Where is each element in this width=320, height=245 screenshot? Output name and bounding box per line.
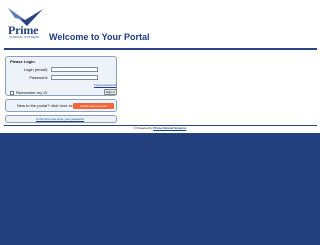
forgot-password-link[interactable]: Forgot password: [94, 84, 116, 87]
email-label: Login (email):: [23, 67, 48, 72]
first-time-panel: Is this first time enter your password: [5, 115, 117, 123]
password-label: Password:: [29, 75, 48, 80]
password-field[interactable]: [51, 75, 98, 80]
sign-in-button[interactable]: Sign in: [104, 89, 117, 95]
email-field[interactable]: [51, 67, 98, 72]
portal-page: Prime CLINICAL SYSTEMS Welcome to Your P…: [0, 0, 320, 133]
create-account-button[interactable]: Create New Account: [73, 103, 114, 109]
header: Prime CLINICAL SYSTEMS Welcome to Your P…: [0, 0, 320, 52]
login-panel: Please Login Login (email): Password: Fo…: [5, 56, 117, 96]
new-user-panel: New to the portal? click here to: Create…: [5, 99, 117, 112]
footer: © Powered by Prime Clinical Systems: [0, 127, 320, 130]
title-divider: [4, 48, 317, 50]
company-link[interactable]: Prime Clinical Systems: [153, 126, 186, 130]
remember-me-label: Remember my ID: [16, 90, 48, 95]
page-title: Welcome to Your Portal: [49, 32, 150, 42]
remember-me-checkbox[interactable]: [10, 91, 14, 95]
login-heading: Please Login: [10, 59, 35, 64]
first-time-password-link[interactable]: Is this first time enter your password: [36, 118, 84, 121]
brand-subtitle: CLINICAL SYSTEMS: [9, 35, 40, 39]
new-user-label: New to the portal? click here to:: [17, 103, 74, 108]
footer-prefix: © Powered by: [133, 126, 153, 130]
